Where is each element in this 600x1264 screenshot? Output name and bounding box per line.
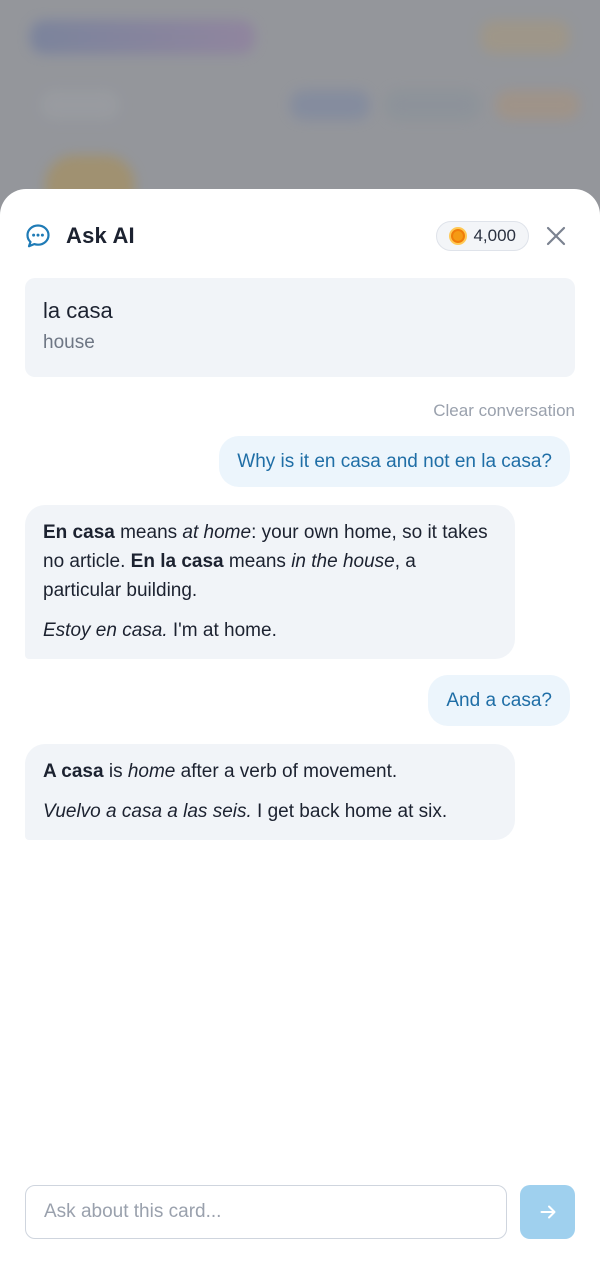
- example-sentence: Vuelvo a casa a las seis.: [43, 801, 252, 822]
- ai-message: En casa means at home: your own home, so…: [25, 505, 515, 659]
- coin-balance-value: 4,000: [473, 226, 516, 245]
- ai-message-example: Estoy en casa. I'm at home.: [43, 616, 497, 645]
- italic-term: home: [127, 761, 176, 782]
- italic-term: at home: [182, 522, 252, 543]
- bold-term: A casa: [43, 761, 104, 782]
- bold-term: En casa: [43, 522, 115, 543]
- chat-bubble-icon: [25, 223, 51, 249]
- ask-input[interactable]: [25, 1185, 507, 1239]
- clear-conversation-link[interactable]: Clear conversation: [433, 401, 575, 421]
- user-message: And a casa?: [428, 675, 570, 726]
- coin-balance-badge: 4,000: [436, 221, 529, 251]
- sheet-title: Ask AI: [66, 223, 135, 248]
- arrow-right-icon: [540, 1205, 555, 1219]
- close-icon: [546, 226, 566, 246]
- send-button[interactable]: [520, 1185, 575, 1239]
- example-sentence: Estoy en casa.: [43, 620, 168, 641]
- ai-message-paragraph: En casa means at home: your own home, so…: [43, 518, 497, 605]
- ai-message: A casa is home after a verb of movement.…: [25, 744, 515, 840]
- sheet-header: Ask AI 4,000: [25, 211, 575, 261]
- text-span: after a verb of movement.: [175, 761, 398, 782]
- ai-message-paragraph: A casa is home after a verb of movement.: [43, 757, 497, 786]
- example-translation: I get back home at six.: [251, 801, 448, 822]
- user-message: Why is it en casa and not en la casa?: [219, 436, 570, 487]
- close-button[interactable]: [543, 223, 569, 249]
- ai-message-example: Vuelvo a casa a las seis. I get back hom…: [43, 797, 497, 826]
- coin-icon: [449, 227, 468, 245]
- text-span: means: [114, 522, 183, 543]
- flashcard-preview: la casa house: [25, 278, 575, 377]
- example-translation: I'm at home.: [167, 620, 277, 641]
- ask-ai-sheet: Ask AI 4,000 la casa house Clear convers…: [0, 189, 600, 1264]
- composer: [25, 1185, 575, 1239]
- card-translation: house: [43, 332, 95, 353]
- bold-term: En la casa: [130, 551, 224, 572]
- text-span: is: [103, 761, 128, 782]
- text-span: means: [223, 551, 292, 572]
- card-word: la casa: [43, 298, 113, 323]
- italic-term: in the house: [291, 551, 395, 572]
